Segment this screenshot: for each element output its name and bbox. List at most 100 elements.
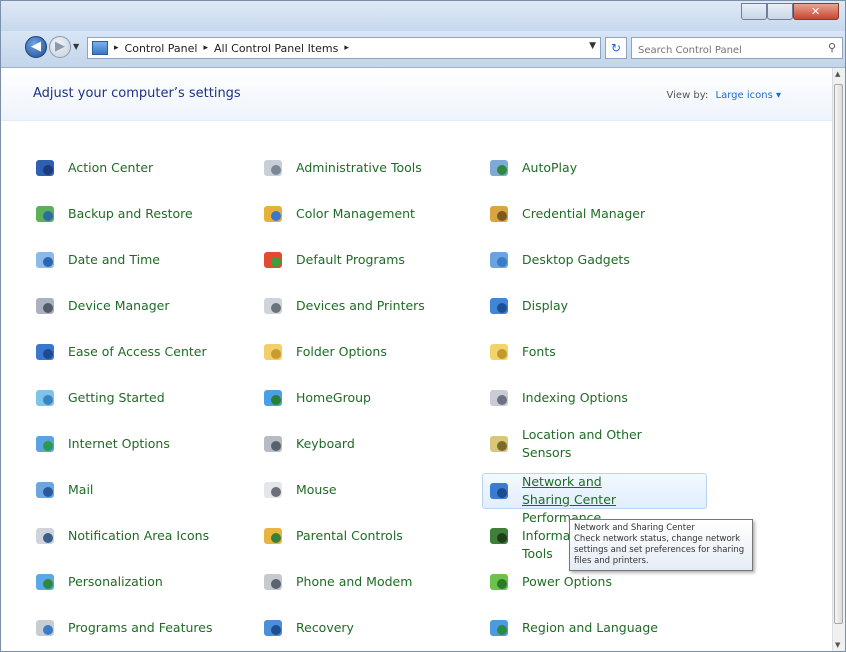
address-bar[interactable]: ▸ Control Panel ▸ All Control Panel Item… [87, 37, 601, 59]
power-icon [486, 569, 512, 595]
control-panel-item-label: Keyboard [296, 436, 355, 451]
search-box[interactable]: ⚲ [631, 37, 843, 61]
control-panel-item[interactable]: Getting Started [32, 381, 165, 415]
search-input[interactable] [636, 40, 820, 61]
display-icon [486, 293, 512, 319]
breadcrumb-all-items[interactable]: All Control Panel Items [214, 42, 338, 55]
control-panel-item[interactable]: Display [486, 289, 568, 323]
control-panel-item[interactable]: Region and Language [486, 611, 658, 645]
control-panel-item-label: Indexing Options [522, 390, 628, 405]
control-panel-item-label: Power Options [522, 574, 612, 589]
view-by-dropdown[interactable]: Large icons ▾ [716, 90, 781, 101]
maximize-button[interactable] [767, 3, 793, 20]
control-panel-item[interactable]: Administrative Tools [260, 151, 422, 185]
performance-icon [486, 523, 512, 549]
control-panel-item[interactable]: Devices and Printers [260, 289, 425, 323]
control-panel-item[interactable]: Recovery [260, 611, 354, 645]
control-panel-item[interactable]: Folder Options [260, 335, 387, 369]
breadcrumb-control-panel[interactable]: Control Panel [125, 42, 198, 55]
control-panel-item[interactable]: Phone and Modem [260, 565, 412, 599]
parental-controls-icon [260, 523, 286, 549]
notification-icon [32, 523, 58, 549]
control-panel-item-label: Mail [68, 482, 94, 497]
tooltip-description: Check network status, change network set… [574, 534, 745, 566]
default-programs-icon [260, 247, 286, 273]
printer-icon [260, 293, 286, 319]
control-panel-item-label: Notification Area Icons [68, 528, 210, 543]
control-panel-item[interactable]: Network and Sharing Center [482, 473, 707, 509]
breadcrumb-separator: ▸ [203, 43, 208, 53]
control-panel-item-label: Device Manager [68, 298, 170, 313]
control-panel-item[interactable]: Mail [32, 473, 93, 507]
control-panel-item[interactable]: Indexing Options [486, 381, 628, 415]
credential-icon [486, 201, 512, 227]
control-panel-item[interactable]: Location and Other Sensors [486, 427, 652, 461]
breadcrumb-separator[interactable]: ▸ [344, 43, 349, 53]
recovery-icon [260, 615, 286, 641]
control-panel-item[interactable]: Date and Time [32, 243, 160, 277]
recent-pages-icon[interactable]: ▼ [73, 42, 79, 51]
backup-icon [32, 201, 58, 227]
view-by: View by: Large icons ▾ [667, 90, 781, 101]
control-panel-item-label: Recovery [296, 620, 354, 635]
control-panel-item[interactable]: Credential Manager [486, 197, 645, 231]
control-panel-item[interactable]: Internet Options [32, 427, 170, 461]
tooltip: Network and Sharing Center Check network… [569, 519, 753, 571]
control-panel-item-label: Action Center [68, 160, 154, 175]
control-panel-item-label: Default Programs [296, 252, 405, 267]
control-panel-item[interactable]: Parental Controls [260, 519, 403, 553]
back-arrow-icon: ◀ [31, 39, 41, 54]
navigation-bar: ◀ ▶ ▼ ▸ Control Panel ▸ All Control Pane… [1, 31, 845, 68]
control-panel-item-label: Mouse [296, 482, 337, 497]
control-panel-item[interactable]: Programs and Features [32, 611, 212, 645]
vertical-scrollbar[interactable]: ▲ ▼ [832, 68, 845, 651]
forward-button[interactable]: ▶ [49, 36, 71, 58]
control-panel-item-label: Getting Started [68, 390, 165, 405]
color-management-icon [260, 201, 286, 227]
globe-icon [32, 431, 58, 457]
control-panel-item-label: Display [522, 298, 569, 313]
control-panel-item[interactable]: Personalization [32, 565, 163, 599]
control-panel-item[interactable]: Keyboard [260, 427, 355, 461]
control-panel-item[interactable]: AutoPlay [486, 151, 577, 185]
scroll-down-icon[interactable]: ▼ [835, 641, 840, 649]
control-panel-item[interactable]: Color Management [260, 197, 415, 231]
control-panel-item-label: Color Management [296, 206, 415, 221]
region-icon [486, 615, 512, 641]
folder-icon [260, 339, 286, 365]
control-panel-item-label: Network and Sharing Center [522, 474, 617, 507]
scroll-up-icon[interactable]: ▲ [835, 70, 840, 78]
control-panel-item-label: Location and Other Sensors [522, 427, 642, 460]
accessibility-icon [32, 339, 58, 365]
panel-header: Adjust your computer’s settings View by:… [1, 68, 833, 121]
page-title: Adjust your computer’s settings [33, 86, 241, 101]
control-panel-item[interactable]: Backup and Restore [32, 197, 193, 231]
address-dropdown-icon[interactable]: ▼ [589, 41, 596, 51]
control-panel-item[interactable]: Device Manager [32, 289, 170, 323]
control-panel-item-label: Desktop Gadgets [522, 252, 630, 267]
control-panel-item[interactable]: Notification Area Icons [32, 519, 209, 553]
search-icon[interactable]: ⚲ [828, 41, 836, 54]
control-panel-item[interactable]: Fonts [486, 335, 556, 369]
control-panel-item[interactable]: Default Programs [260, 243, 405, 277]
control-panel-item[interactable]: HomeGroup [260, 381, 371, 415]
back-button[interactable]: ◀ [25, 36, 47, 58]
control-panel-item-label: Parental Controls [296, 528, 403, 543]
phone-icon [260, 569, 286, 595]
refresh-button[interactable]: ↻ [605, 37, 627, 59]
minimize-button[interactable] [741, 3, 767, 20]
control-panel-item-label: Backup and Restore [68, 206, 193, 221]
keyboard-icon [260, 431, 286, 457]
control-panel-item[interactable]: Ease of Access Center [32, 335, 207, 369]
scroll-thumb[interactable] [834, 84, 843, 624]
control-panel-item-label: Ease of Access Center [68, 344, 207, 359]
caption-buttons [741, 3, 839, 20]
control-panel-item-label: Date and Time [68, 252, 160, 267]
close-button[interactable] [793, 3, 839, 20]
control-panel-item[interactable]: Desktop Gadgets [486, 243, 630, 277]
control-panel-item-label: HomeGroup [296, 390, 371, 405]
control-panel-item[interactable]: Action Center [32, 151, 153, 185]
mouse-icon [260, 477, 286, 503]
control-panel-item-label: Administrative Tools [296, 160, 422, 175]
control-panel-item[interactable]: Mouse [260, 473, 337, 507]
